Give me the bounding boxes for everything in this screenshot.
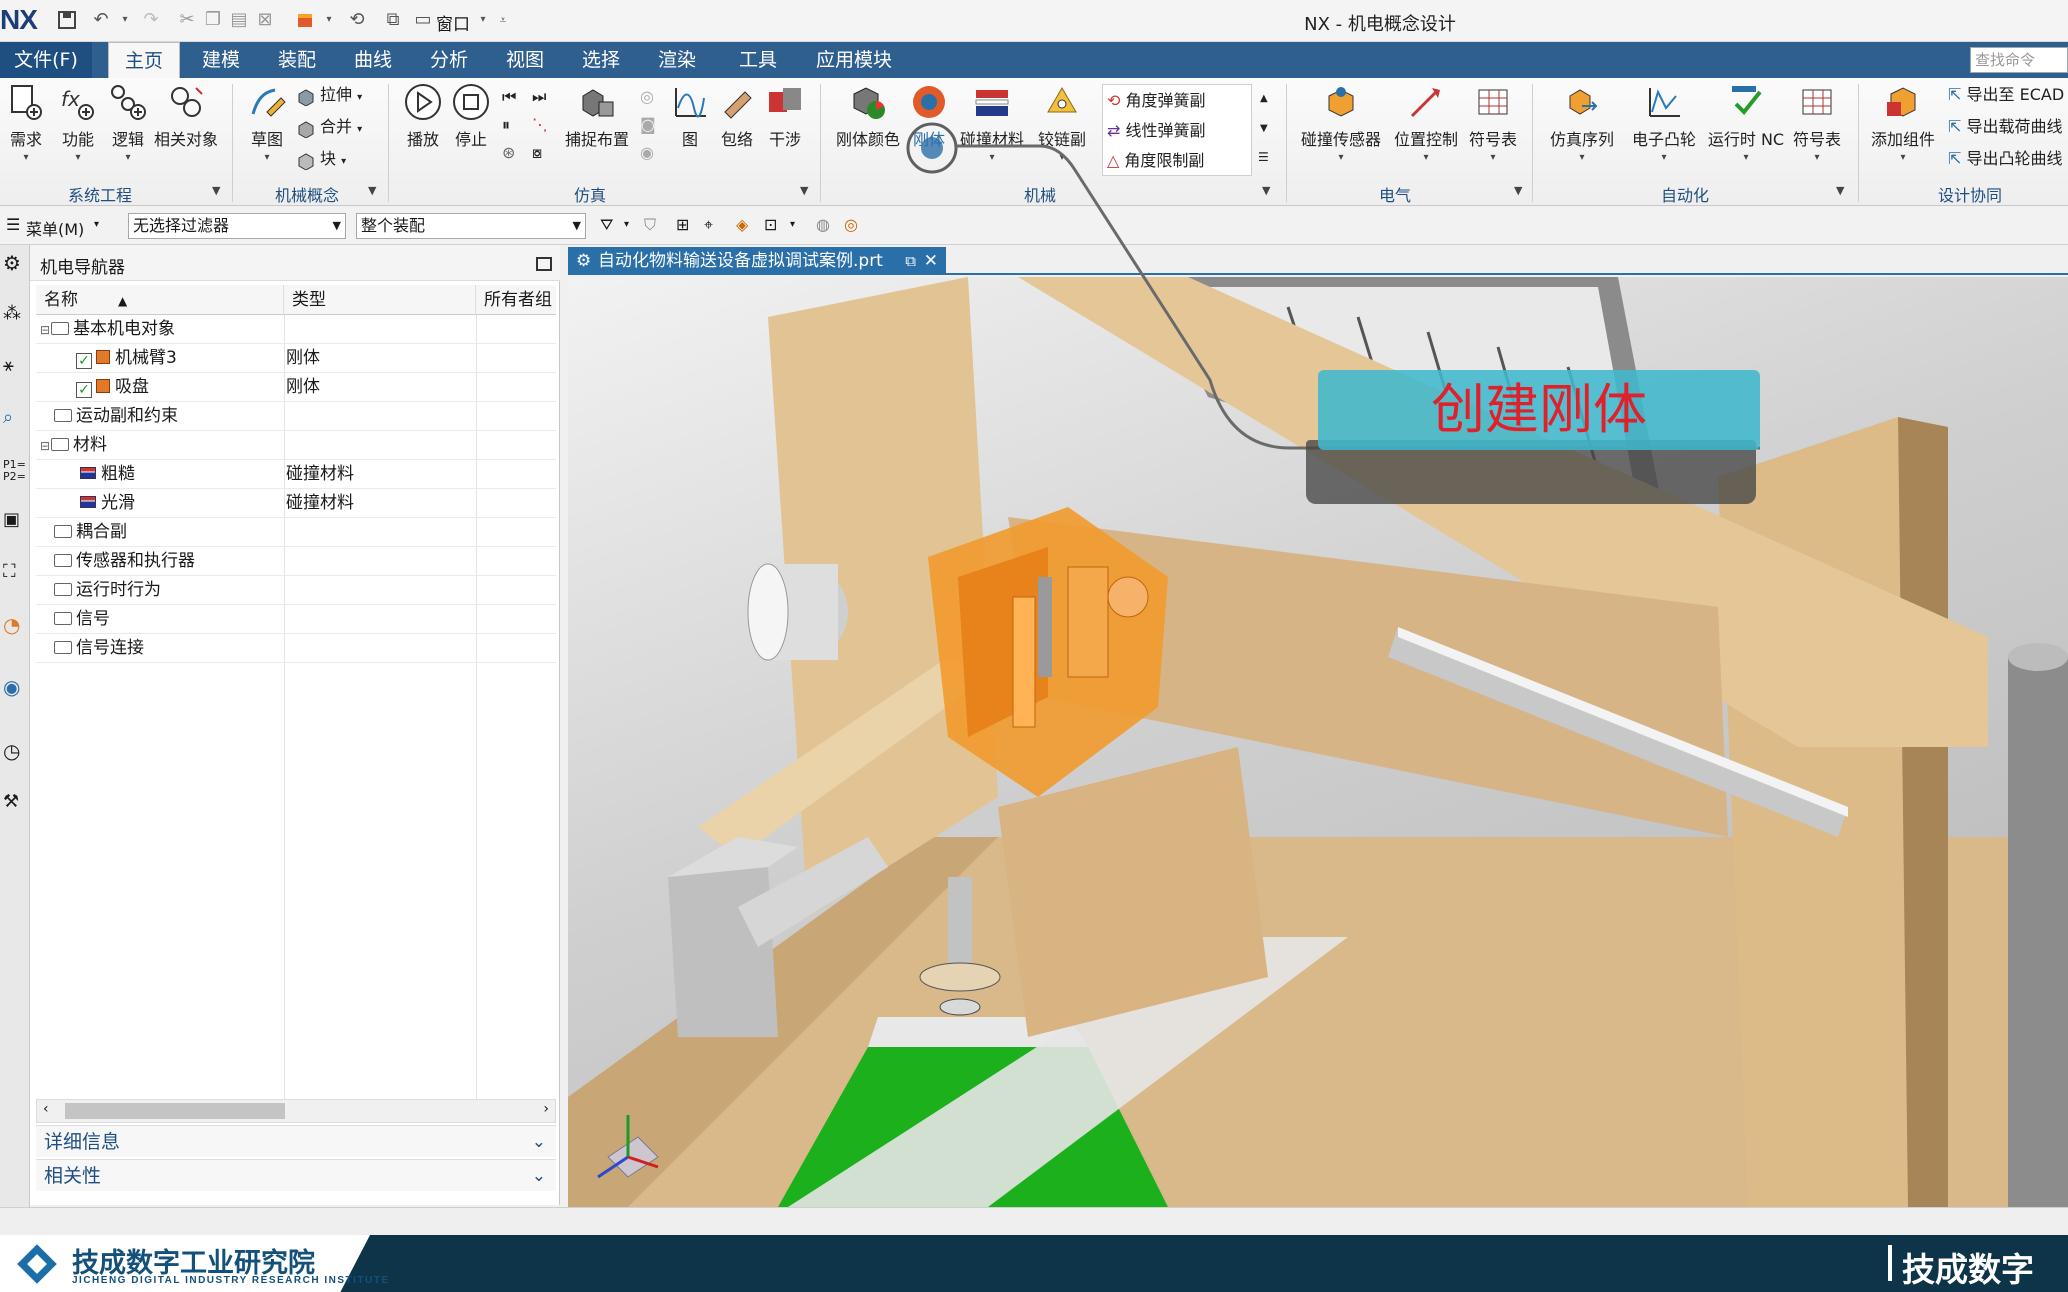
brand-name-english: JICHENG DIGITAL INDUSTRY RESEARCH INSTIT… xyxy=(72,1275,390,1286)
brand-logo-icon xyxy=(17,1244,57,1284)
status-bar xyxy=(0,1207,2068,1235)
brand-right-text: 技成数字 xyxy=(1902,1250,2034,1289)
callout-text: 创建刚体 xyxy=(1431,378,1647,441)
brand-bar: 技成数字工业研究院 JICHENG DIGITAL INDUSTRY RESEA… xyxy=(0,1235,2068,1292)
callout-leader xyxy=(906,122,1760,450)
